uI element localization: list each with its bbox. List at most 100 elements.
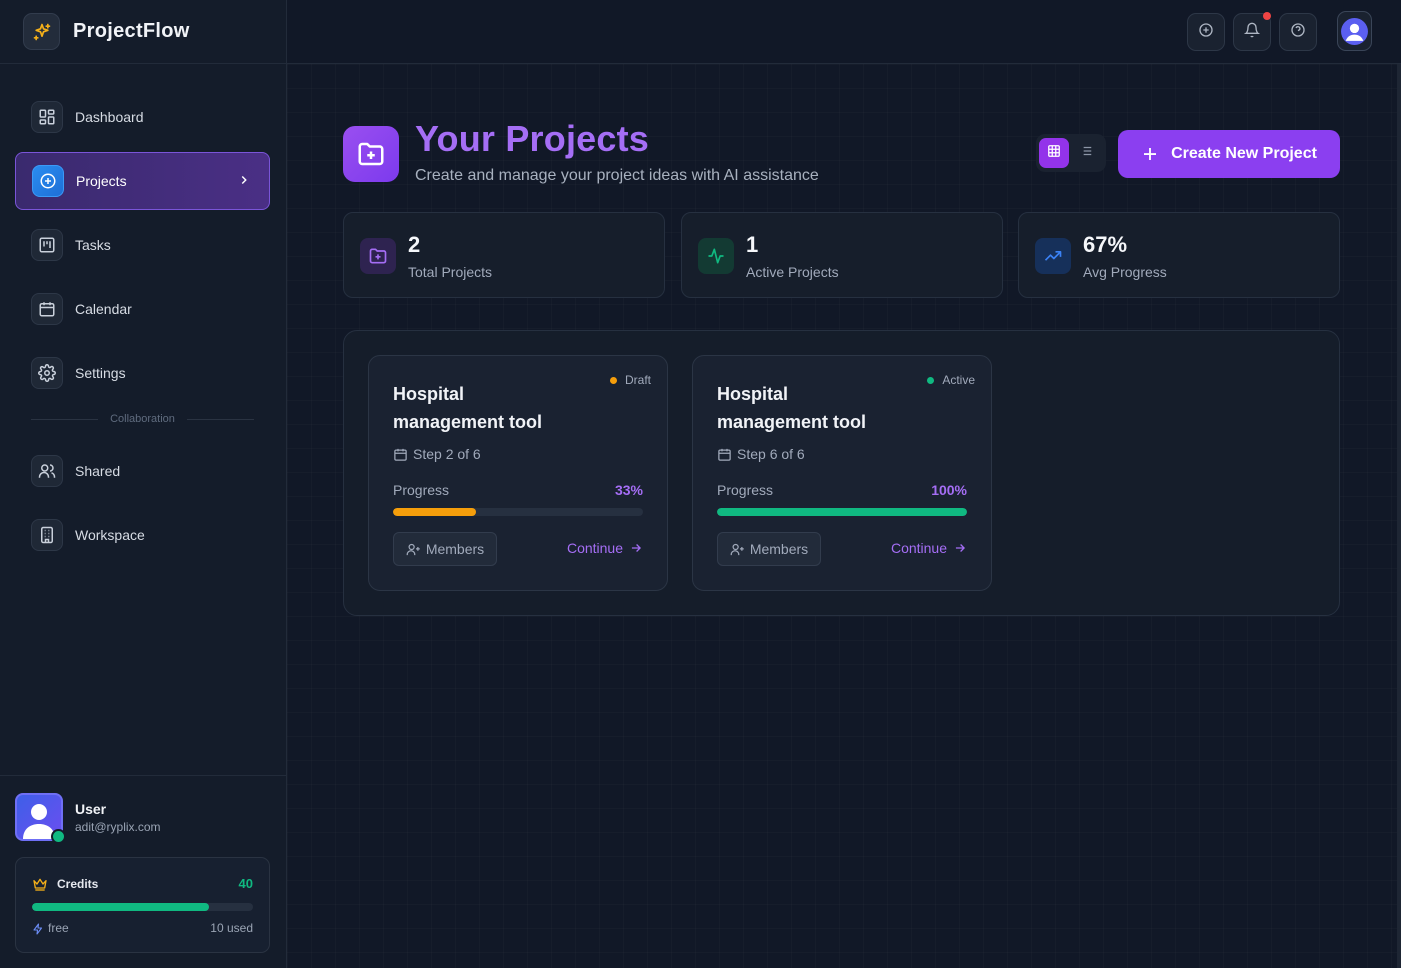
list-view-button[interactable] — [1071, 138, 1101, 168]
progress-percent: 100% — [931, 482, 967, 498]
create-project-button[interactable]: Create New Project — [1118, 130, 1340, 178]
notifications-button[interactable] — [1233, 12, 1271, 51]
users-icon — [31, 455, 63, 487]
topbar — [287, 0, 1401, 64]
page-title: Your Projects — [415, 118, 649, 159]
user-email: adit@ryplix.com — [75, 820, 161, 834]
sidebar-item-calendar[interactable]: Calendar — [15, 280, 270, 338]
sidebar: ProjectFlow Dashboard Projects Tasks Cal… — [0, 0, 287, 968]
stat-value: 67% — [1083, 232, 1128, 257]
user-plus-icon — [730, 543, 744, 555]
project-card[interactable]: Active Hospital management tool Step 6 o… — [692, 355, 992, 591]
user-profile: User adit@ryplix.com Credits 40 free 10 … — [0, 775, 287, 968]
sidebar-item-label: Dashboard — [75, 109, 144, 125]
stat-value: 2 — [408, 232, 421, 257]
folder-plus-icon — [360, 238, 396, 274]
section-divider: Collaboration — [15, 408, 270, 430]
window-edge — [1397, 64, 1401, 968]
dashboard-icon — [31, 101, 63, 133]
app-name: ProjectFlow — [73, 20, 190, 42]
credits-count: 40 — [238, 876, 253, 891]
notification-badge — [1263, 12, 1271, 20]
plus-icon — [1144, 148, 1157, 160]
members-button[interactable]: Members — [393, 532, 497, 566]
continue-link[interactable]: Continue — [567, 540, 643, 556]
sidebar-item-workspace[interactable]: Workspace — [15, 506, 270, 564]
stat-label: Avg Progress — [1083, 264, 1167, 280]
gear-icon — [31, 357, 63, 389]
status-badge: Active — [927, 373, 975, 387]
credits-title: Credits — [57, 877, 99, 891]
avatar[interactable] — [1337, 11, 1372, 51]
sidebar-item-label: Projects — [76, 173, 127, 189]
members-button[interactable]: Members — [717, 532, 821, 566]
credits-progress-bar — [32, 903, 253, 911]
sidebar-item-label: Tasks — [75, 237, 111, 253]
sparkle-icon[interactable] — [23, 13, 60, 50]
create-project-label: Create New Project — [1171, 145, 1317, 162]
sidebar-item-settings[interactable]: Settings — [15, 344, 270, 402]
list-icon — [1079, 144, 1093, 163]
section-label: Collaboration — [110, 413, 175, 425]
user-plus-icon — [406, 543, 420, 555]
sidebar-item-projects[interactable]: Projects — [15, 152, 270, 210]
stat-card-active: 1 Active Projects — [681, 212, 1003, 298]
view-toggle — [1036, 134, 1106, 172]
user-name: User — [75, 801, 107, 817]
progress-label: Progress — [717, 482, 774, 498]
crown-icon — [32, 876, 48, 897]
folder-plus-icon — [343, 126, 399, 182]
stat-value: 1 — [746, 232, 759, 257]
project-title: Hospital management tool — [717, 384, 867, 432]
continue-label: Continue — [566, 540, 623, 556]
stat-card-total: 2 Total Projects — [343, 212, 665, 298]
members-label: Members — [425, 541, 485, 557]
add-button[interactable] — [1187, 13, 1225, 51]
sidebar-item-label: Calendar — [75, 301, 132, 317]
project-title: Hospital management tool — [393, 384, 543, 432]
step-label: Step 6 of 6 — [737, 446, 805, 462]
project-card[interactable]: Draft Hospital management tool Step 2 of… — [368, 355, 668, 591]
arrow-right-icon — [955, 544, 965, 552]
progress-bar — [717, 508, 967, 516]
main-content: Your Projects Create and manage your pro… — [287, 64, 1397, 968]
status-label: Draft — [624, 373, 651, 387]
project-step: Step 6 of 6 — [717, 446, 805, 462]
page-subtitle: Create and manage your project ideas wit… — [415, 167, 819, 184]
status-badge: Draft — [609, 373, 651, 387]
trending-up-icon — [1035, 238, 1071, 274]
stat-label: Active Projects — [746, 264, 839, 280]
stat-label: Total Projects — [408, 264, 493, 280]
stat-card-progress: 67% Avg Progress — [1018, 212, 1340, 298]
help-circle-icon — [1290, 22, 1306, 43]
calendar-icon — [718, 448, 731, 461]
chevron-right-icon — [237, 173, 251, 192]
credits-progress-fill — [32, 903, 209, 911]
sidebar-item-label: Settings — [75, 365, 126, 381]
status-dot — [609, 376, 617, 384]
online-status-dot — [51, 829, 66, 844]
members-label: Members — [749, 541, 809, 557]
lightning-icon — [32, 922, 44, 940]
sidebar-item-dashboard[interactable]: Dashboard — [15, 88, 270, 146]
bell-icon — [1243, 22, 1261, 43]
status-dot — [927, 376, 935, 384]
projects-grid: Draft Hospital management tool Step 2 of… — [343, 330, 1340, 616]
plus-circle-icon — [32, 165, 64, 197]
grid-icon — [1047, 144, 1061, 163]
help-button[interactable] — [1279, 13, 1317, 51]
step-label: Step 2 of 6 — [413, 446, 481, 462]
plus-circle-icon — [1198, 22, 1214, 43]
progress-fill — [717, 508, 967, 516]
progress-fill — [393, 508, 476, 516]
credits-plan: free — [48, 921, 69, 935]
continue-link[interactable]: Continue — [891, 540, 967, 556]
continue-label: Continue — [890, 540, 947, 556]
credits-used: 10 used — [210, 921, 253, 935]
grid-view-button[interactable] — [1039, 138, 1069, 168]
building-icon — [31, 519, 63, 551]
project-step: Step 2 of 6 — [393, 446, 481, 462]
sidebar-item-tasks[interactable]: Tasks — [15, 216, 270, 274]
brand: ProjectFlow — [0, 0, 286, 64]
sidebar-item-shared[interactable]: Shared — [15, 442, 270, 500]
